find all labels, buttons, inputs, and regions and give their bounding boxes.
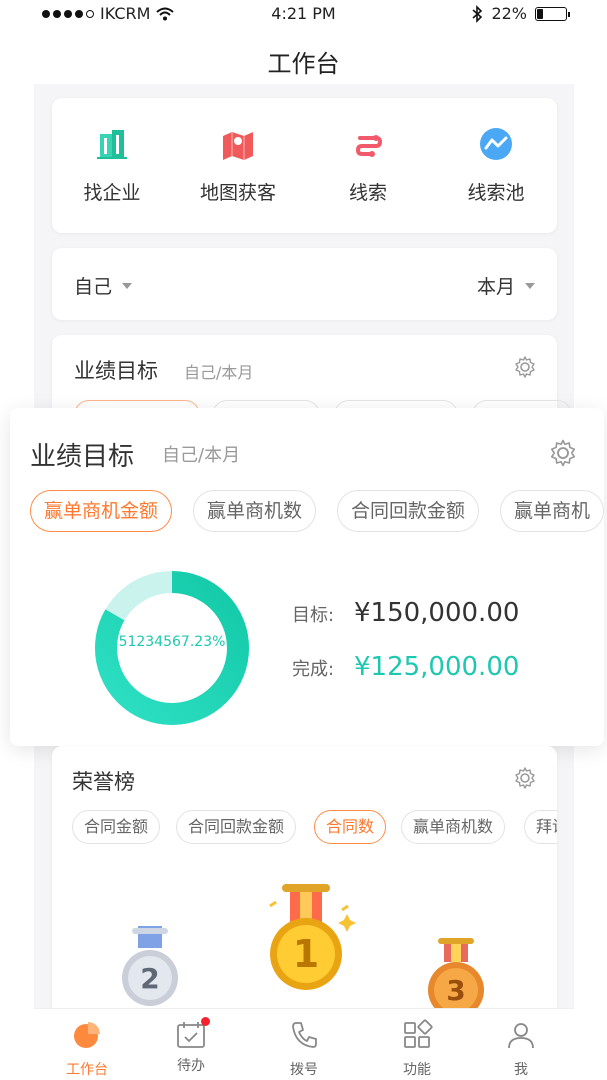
bottom-tab-bar: 工作台 待办 拨号 功能 我 xyxy=(34,1008,574,1080)
dashboard-icon xyxy=(74,1022,100,1048)
bronze-medal-icon: 3 xyxy=(428,938,484,1018)
scope-dropdown[interactable]: 自己 xyxy=(74,272,133,299)
status-bar: IKCRM 4:21 PM 22% xyxy=(0,0,607,28)
performance-tabs: 赢单商机金额 赢单商机数 合同回款金额 赢单商机 xyxy=(30,490,604,534)
quick-action-label: 找企业 xyxy=(83,182,141,204)
tab-todo[interactable]: 待办 xyxy=(146,1017,236,1075)
honor-tabs: 合同金额 合同回款金额 合同数 赢单商机数 拜访 xyxy=(72,810,557,846)
tab-visit[interactable]: 拜访 xyxy=(524,810,557,844)
scope-value: 自己 xyxy=(74,276,113,298)
tab-contract-payment[interactable]: 合同回款金额 xyxy=(176,810,297,844)
tab-me[interactable]: 我 xyxy=(476,1019,566,1079)
gear-icon[interactable] xyxy=(548,438,578,468)
medal-rank: 2 xyxy=(140,962,159,995)
quick-action-find-company[interactable]: 找企业 xyxy=(52,126,172,205)
tab-label: 拨号 xyxy=(290,1062,318,1078)
tab-label: 功能 xyxy=(403,1062,431,1078)
tab-features[interactable]: 功能 xyxy=(372,1019,462,1079)
gear-icon[interactable] xyxy=(513,766,537,790)
performance-title: 业绩目标 xyxy=(74,359,158,383)
done-label: 完成: xyxy=(292,659,335,680)
quick-action-lead-pool[interactable]: 线索池 xyxy=(436,126,556,205)
lead-icon xyxy=(355,135,383,157)
done-row: 完成: ¥125,000.00 xyxy=(292,652,519,682)
quick-action-label: 地图获客 xyxy=(199,182,276,204)
battery-icon xyxy=(535,6,570,21)
tab-contract-amount[interactable]: 合同金额 xyxy=(72,810,161,844)
gold-medal-icon: 1 xyxy=(269,884,356,990)
period-dropdown[interactable]: 本月 xyxy=(477,272,535,299)
gear-icon[interactable] xyxy=(513,355,537,379)
tab-label: 工作台 xyxy=(66,1062,108,1078)
done-value: ¥125,000.00 xyxy=(354,652,520,682)
tab-contract-count[interactable]: 合同数 xyxy=(314,810,387,844)
battery-group: 22% xyxy=(471,4,570,23)
quick-action-leads[interactable]: 线索 xyxy=(308,126,428,205)
tab-win-count[interactable]: 赢单商机数 xyxy=(193,490,317,532)
performance-card: 业绩目标 自己/本月 赢单商机金额 赢单商机数 合同回款金额 赢单商机 5123… xyxy=(10,408,604,746)
medal-rank: 3 xyxy=(446,974,465,1007)
tab-win-more[interactable]: 赢单商机 xyxy=(500,490,604,532)
tab-payment-amount[interactable]: 合同回款金额 xyxy=(337,490,480,532)
tab-label: 我 xyxy=(514,1062,528,1078)
lead-pool-icon xyxy=(480,128,512,160)
caret-down-icon xyxy=(122,282,133,289)
tab-label: 待办 xyxy=(177,1058,205,1074)
silver-medal-icon: 2 xyxy=(122,926,178,1006)
apps-icon xyxy=(404,1019,433,1048)
honor-board-card: 荣誉榜 合同金额 合同回款金额 合同数 赢单商机数 拜访 2 1 3 xyxy=(52,746,557,1036)
tab-win-amount[interactable]: 赢单商机金额 xyxy=(30,490,173,532)
tab-dial[interactable]: 拨号 xyxy=(259,1019,349,1079)
quick-action-map[interactable]: 地图获客 xyxy=(178,126,298,205)
performance-title: 业绩目标 xyxy=(30,442,135,472)
performance-subtitle: 自己/本月 xyxy=(162,445,241,466)
target-row: 目标: ¥150,000.00 xyxy=(292,598,519,628)
caret-down-icon xyxy=(525,282,535,289)
map-icon xyxy=(223,132,253,160)
quick-action-label: 线索 xyxy=(348,182,387,204)
filter-card: 自己 本月 xyxy=(52,248,557,320)
user-icon xyxy=(508,1023,534,1049)
target-label: 目标: xyxy=(292,605,335,626)
battery-percent: 22% xyxy=(491,4,527,23)
building-icon xyxy=(97,130,127,159)
phone-icon xyxy=(292,1022,317,1048)
tab-dashboard[interactable]: 工作台 xyxy=(42,1019,132,1079)
target-value: ¥150,000.00 xyxy=(354,598,520,628)
notification-dot xyxy=(201,1017,210,1026)
quick-actions-card: 找企业 地图获客 线索 线索池 xyxy=(52,98,557,233)
donut-label: 51234567.23% xyxy=(118,634,226,650)
quick-action-label: 线索池 xyxy=(467,182,525,204)
honor-title: 荣誉榜 xyxy=(72,770,135,794)
performance-subtitle: 自己/本月 xyxy=(184,363,254,382)
medal-rank: 1 xyxy=(293,932,319,976)
period-value: 本月 xyxy=(476,276,515,298)
bluetooth-icon xyxy=(472,4,483,23)
tab-win-count[interactable]: 赢单商机数 xyxy=(401,810,506,844)
calendar-icon xyxy=(175,1017,210,1051)
page-title: 工作台 xyxy=(267,50,340,78)
